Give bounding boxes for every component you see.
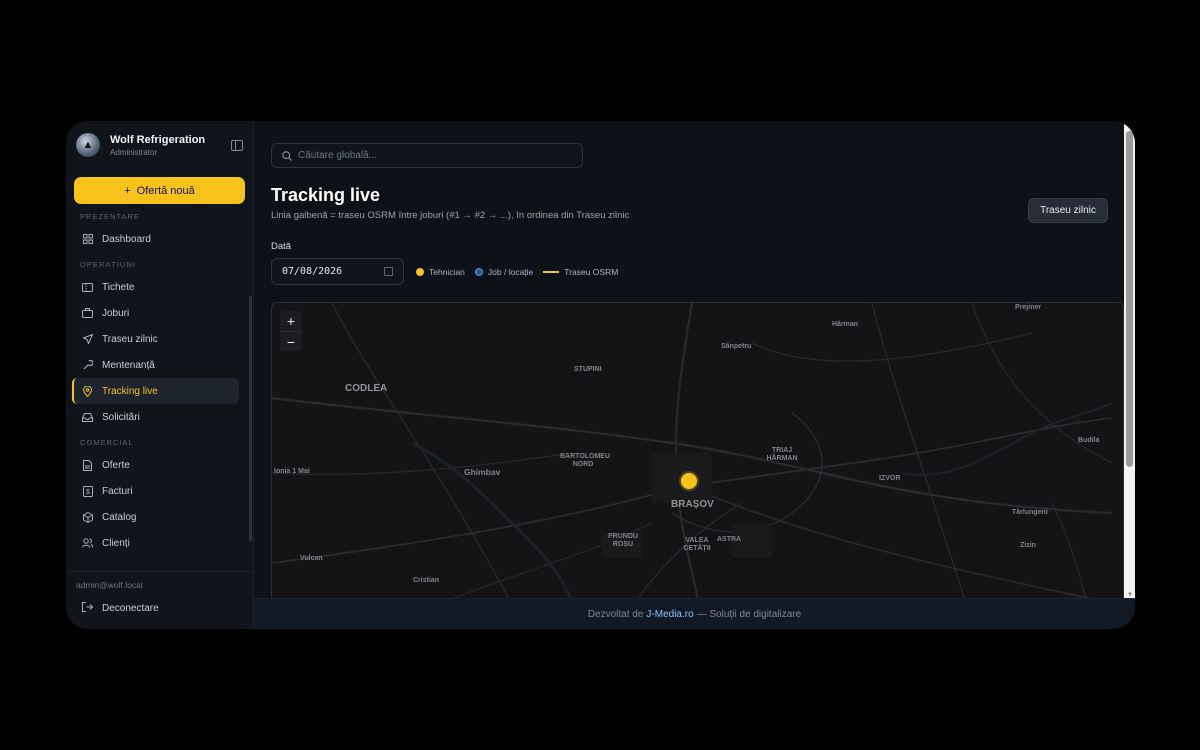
map-pin-icon bbox=[82, 385, 93, 397]
map-label: STUPINI bbox=[574, 366, 602, 373]
app-window: ▲ Wolf Refrigeration Administrator + Ofe… bbox=[66, 121, 1135, 629]
sidebar-item-catalog[interactable]: Catalog bbox=[66, 504, 247, 530]
sidebar-item-clienti[interactable]: Clienți bbox=[66, 530, 247, 556]
sidebar-scrollbar[interactable] bbox=[249, 296, 252, 541]
sidebar-footer: admin@wolf.local Deconectare bbox=[66, 571, 253, 629]
sidebar-nav: PREZENTARE Dashboard OPERAȚIUNI Tichete … bbox=[66, 204, 253, 571]
daily-route-button[interactable]: Traseu zilnic bbox=[1028, 198, 1108, 223]
map-label: Zizin bbox=[1020, 542, 1036, 549]
technician-marker[interactable] bbox=[681, 473, 697, 489]
section-title-operatiuni: OPERAȚIUNI bbox=[80, 260, 136, 269]
sidebar-item-dashboard[interactable]: Dashboard bbox=[66, 226, 247, 252]
global-search[interactable] bbox=[271, 143, 583, 168]
map-legend: Tehnician Job / locație Traseu OSRM bbox=[416, 267, 618, 277]
logout-icon bbox=[82, 601, 94, 615]
main-area: Tracking live Linia galbenă = traseu OSR… bbox=[254, 121, 1135, 629]
map-label: Sânpetru bbox=[721, 343, 752, 350]
page-title: Tracking live bbox=[271, 185, 381, 205]
scroll-up-icon[interactable]: ▲ bbox=[1127, 121, 1133, 127]
map-label: BRAȘOV bbox=[671, 499, 714, 510]
sidebar-item-solicitari[interactable]: Solicitări bbox=[66, 404, 247, 430]
map-label: Cristian bbox=[413, 577, 440, 584]
page-scrollbar[interactable]: ▲ ▼ bbox=[1124, 121, 1135, 598]
brand-header: ▲ Wolf Refrigeration Administrator bbox=[66, 121, 253, 169]
map-label: Prejmer bbox=[1015, 304, 1042, 311]
map-label: VALEA CETĂȚII bbox=[683, 537, 711, 552]
route-line-icon bbox=[543, 271, 560, 273]
date-input[interactable]: 07/08/2026 bbox=[271, 258, 404, 285]
map-label: Budila bbox=[1078, 437, 1100, 444]
inbox-icon bbox=[82, 412, 93, 423]
date-label: Dată bbox=[271, 241, 292, 252]
map-roads bbox=[272, 303, 1112, 598]
map-label: CODLEA bbox=[345, 383, 388, 394]
map-zoom-controls: + − bbox=[280, 311, 302, 351]
map-view[interactable]: + − CODLEA Ghimbav BRAȘOV STUPINI BARTOL… bbox=[271, 302, 1124, 598]
legend-technician: Tehnician bbox=[416, 267, 465, 277]
sidebar-collapse-icon[interactable] bbox=[231, 139, 243, 151]
search-input[interactable] bbox=[298, 150, 558, 161]
logout-button[interactable]: Deconectare bbox=[66, 594, 253, 622]
sidebar: ▲ Wolf Refrigeration Administrator + Ofe… bbox=[66, 121, 254, 629]
send-icon bbox=[82, 334, 93, 345]
user-email: admin@wolf.local bbox=[76, 580, 143, 590]
map-label: Tărlungeni bbox=[1012, 509, 1048, 516]
app-name: Wolf Refrigeration bbox=[110, 133, 206, 146]
box-icon bbox=[82, 511, 93, 523]
zoom-out-button[interactable]: − bbox=[280, 331, 302, 351]
map-label: Vulcan bbox=[300, 555, 323, 562]
map-label: Ionia 1 Mai bbox=[274, 468, 310, 475]
ticket-icon bbox=[82, 282, 93, 293]
map-label: ASTRA bbox=[717, 536, 742, 543]
legend-job: Job / locație bbox=[474, 267, 533, 277]
calendar-icon[interactable] bbox=[384, 267, 393, 276]
plus-icon: + bbox=[124, 184, 131, 197]
technician-dot-icon bbox=[416, 268, 424, 276]
sidebar-item-joburi[interactable]: Joburi bbox=[66, 300, 247, 326]
map-label: IZVOR bbox=[879, 475, 901, 482]
section-title-prezentare: PREZENTARE bbox=[80, 212, 140, 221]
page-footer: Dezvoltat de J-Media.ro — Soluții de dig… bbox=[254, 598, 1135, 629]
sidebar-item-mentenanta[interactable]: Mentenanță bbox=[66, 352, 247, 378]
briefcase-icon bbox=[82, 308, 93, 319]
map-label: TRIAJ HĂRMAN bbox=[766, 447, 798, 462]
legend-route: Traseu OSRM bbox=[543, 267, 618, 277]
job-dot-icon bbox=[474, 268, 483, 276]
map-label: PRUNDU ROȘU bbox=[608, 533, 638, 548]
invoice-icon: $ bbox=[82, 485, 93, 497]
sidebar-item-tichete[interactable]: Tichete bbox=[66, 274, 247, 300]
sidebar-item-oferte[interactable]: Oferte bbox=[66, 452, 247, 478]
new-offer-button[interactable]: + Ofertă nouă bbox=[74, 177, 245, 204]
page-subtitle: Linia galbenă = traseu OSRM între joburi… bbox=[271, 210, 630, 221]
user-role: Administrator bbox=[110, 147, 158, 157]
users-icon bbox=[82, 538, 93, 549]
search-icon bbox=[282, 150, 292, 161]
file-icon bbox=[82, 459, 93, 471]
map-label: Ghimbav bbox=[464, 467, 501, 477]
sidebar-item-tracking-live[interactable]: Tracking live bbox=[72, 378, 239, 404]
zoom-in-button[interactable]: + bbox=[280, 311, 302, 331]
scrollbar-thumb[interactable] bbox=[1126, 131, 1133, 467]
wrench-icon bbox=[82, 360, 93, 371]
sidebar-item-traseu-zilnic[interactable]: Traseu zilnic bbox=[66, 326, 247, 352]
map-label: Hărman bbox=[832, 321, 859, 328]
jmedia-link[interactable]: J-Media.ro bbox=[646, 609, 693, 620]
sidebar-item-facturi[interactable]: $ Facturi bbox=[66, 478, 247, 504]
map-label: BARTOLOMEU NORD bbox=[560, 453, 611, 468]
main-content: Tracking live Linia galbenă = traseu OSR… bbox=[254, 121, 1124, 598]
section-title-comercial: COMERCIAL bbox=[80, 438, 134, 447]
svg-text:$: $ bbox=[86, 489, 90, 496]
wolf-logo-icon: ▲ bbox=[76, 133, 100, 157]
grid-icon bbox=[82, 234, 93, 245]
